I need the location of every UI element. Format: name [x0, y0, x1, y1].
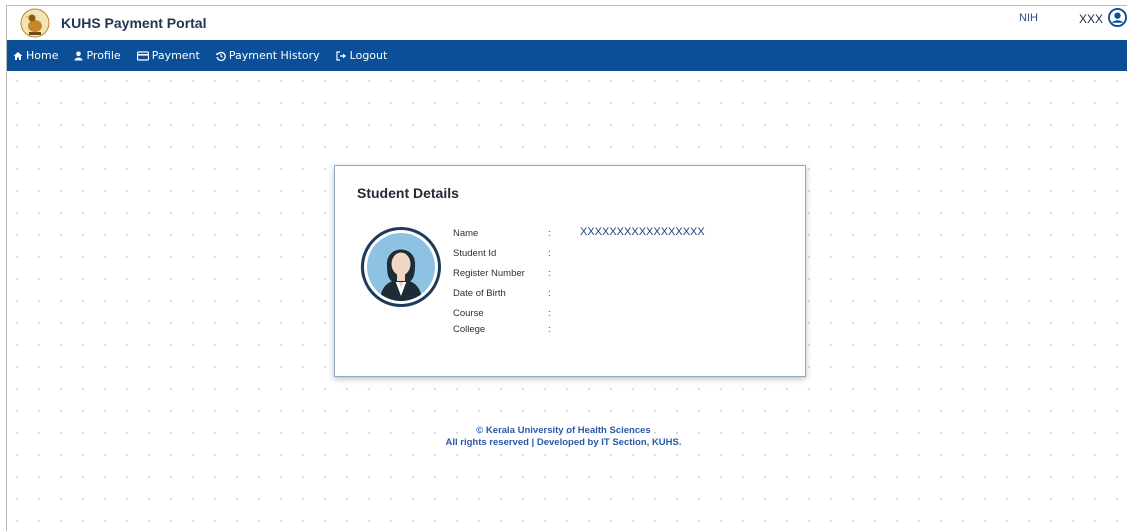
separator: :: [548, 324, 551, 335]
nav-home[interactable]: Home: [13, 49, 58, 62]
separator: :: [548, 308, 551, 319]
user-name[interactable]: XXX: [1079, 12, 1103, 26]
nav-profile[interactable]: Profile: [74, 49, 121, 62]
detail-label-course: Course: [453, 308, 484, 319]
detail-label-register-number: Register Number: [453, 268, 525, 279]
card-title: Student Details: [357, 185, 459, 201]
student-details-card: Student Details Name : XXXXXXXXXXXXXXXXX…: [334, 165, 806, 377]
nav-home-label: Home: [26, 49, 59, 62]
copyright-text: © Kerala University of Health Sciences: [476, 425, 651, 436]
nav-profile-label: Profile: [86, 49, 121, 62]
institute-code: NIH: [1019, 12, 1038, 24]
separator: :: [548, 268, 551, 279]
separator: :: [548, 288, 551, 299]
portal-title[interactable]: KUHS Payment Portal: [61, 15, 206, 31]
page-footer: © Kerala University of Health Sciences A…: [0, 425, 1127, 449]
home-icon: [13, 51, 23, 61]
user-menu[interactable]: XXX: [1079, 8, 1127, 30]
logout-icon: [336, 50, 347, 61]
detail-label-name: Name: [453, 228, 479, 239]
nav-logout[interactable]: Logout: [336, 49, 388, 62]
separator: :: [548, 228, 551, 239]
nav-payment-history[interactable]: Payment History: [216, 49, 320, 62]
nav-logout-label: Logout: [349, 49, 388, 62]
detail-label-student-id: Student Id: [453, 248, 497, 259]
detail-label-college: College: [453, 324, 486, 335]
kuhs-logo-icon[interactable]: [20, 8, 50, 38]
user-circle-icon[interactable]: [1108, 8, 1127, 30]
detail-label-date-of-birth: Date of Birth: [453, 288, 506, 299]
top-header: KUHS Payment Portal: [7, 6, 1127, 40]
student-photo-avatar: [357, 222, 445, 317]
credit-card-icon: [136, 50, 149, 61]
nav-payment-label: Payment: [151, 49, 200, 62]
nav-payment[interactable]: Payment: [136, 49, 200, 62]
main-navbar: Home Profile Payment Payment History Log…: [7, 40, 1127, 71]
detail-value-name: XXXXXXXXXXXXXXXXX: [580, 226, 705, 238]
history-icon: [216, 51, 226, 61]
separator: :: [548, 248, 551, 259]
nav-payment-history-label: Payment History: [228, 49, 320, 62]
user-icon: [74, 51, 83, 61]
rights-text: All rights reserved | Developed by IT Se…: [445, 437, 682, 448]
